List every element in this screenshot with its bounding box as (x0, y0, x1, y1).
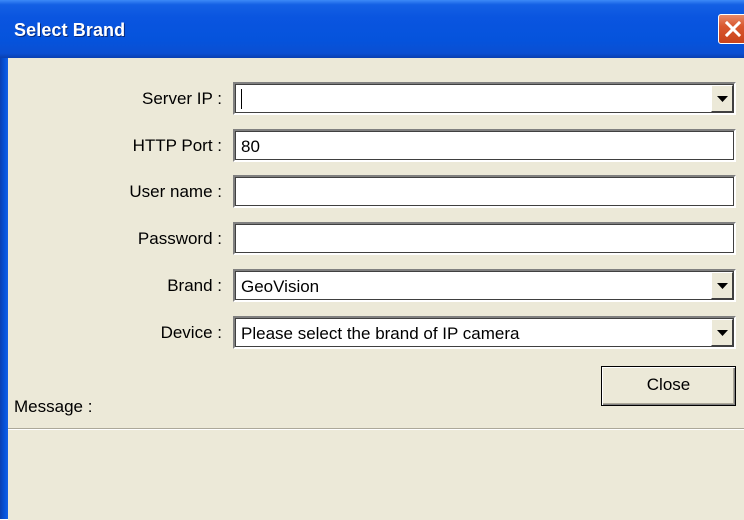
brand-label: Brand : (167, 276, 222, 295)
window-left-border (0, 58, 8, 519)
server-ip-dropdown-button[interactable] (711, 85, 733, 112)
http-port-input[interactable]: 80 (233, 129, 736, 162)
user-name-label: User name : (129, 182, 222, 201)
close-x-icon (725, 21, 741, 37)
device-value: Please select the brand of IP camera (241, 324, 520, 343)
brand-value: GeoVision (241, 277, 320, 296)
device-select[interactable]: Please select the brand of IP camera (233, 316, 736, 349)
user-name-input[interactable] (233, 175, 736, 208)
http-port-value: 80 (241, 137, 260, 156)
window-title: Select Brand (14, 20, 126, 40)
password-input[interactable] (233, 222, 736, 255)
triangle-down-icon (717, 330, 728, 336)
device-dropdown-button[interactable] (711, 319, 733, 346)
close-button[interactable]: Close (601, 366, 736, 406)
device-label: Device : (160, 323, 222, 342)
triangle-down-icon (717, 96, 728, 102)
server-ip-combobox[interactable] (233, 82, 736, 115)
password-label: Password : (137, 229, 222, 248)
close-window-button[interactable] (718, 14, 744, 44)
http-port-label: HTTP Port : (132, 136, 222, 155)
select-brand-dialog: Select Brand Server IP : HTTP Port : 80 … (0, 0, 744, 520)
message-label: Message : (14, 397, 93, 416)
brand-dropdown-button[interactable] (711, 272, 733, 299)
brand-select[interactable]: GeoVision (233, 269, 736, 302)
message-area (8, 428, 744, 520)
triangle-down-icon (717, 283, 728, 289)
text-caret (241, 89, 242, 109)
server-ip-label: Server IP : (142, 89, 222, 108)
title-bar[interactable]: Select Brand (0, 0, 744, 58)
